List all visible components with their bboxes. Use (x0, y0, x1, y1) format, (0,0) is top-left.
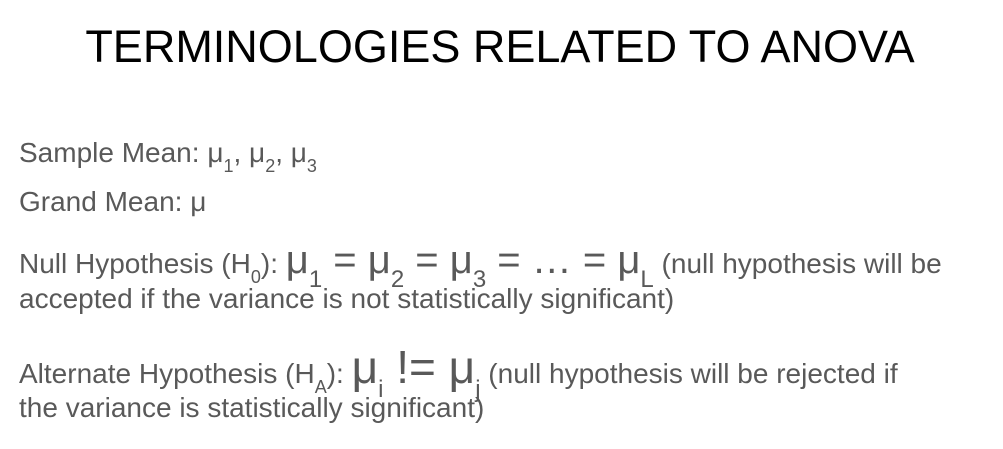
null-hypothesis-note: (null hypothesis will be (653, 248, 942, 279)
sample-mean-line: Sample Mean: μ1, μ2, μ3 (19, 136, 317, 176)
mu-symbol: μ (351, 341, 379, 393)
mu-symbol: μ (207, 137, 224, 168)
alternate-hypothesis-note-continued: the variance is statistically significan… (19, 392, 485, 423)
equals-sign: = (322, 238, 368, 282)
sample-mean-label: Sample Mean: (19, 137, 208, 168)
not-equals-sign: != (383, 341, 449, 393)
subscript: 2 (265, 156, 276, 176)
alternate-hypothesis-label: Alternate Hypothesis (H (19, 358, 315, 389)
null-hypothesis-label: Null Hypothesis (H (19, 248, 251, 279)
equals-sign: = (486, 238, 532, 282)
mu-symbol: μ (285, 238, 309, 282)
mu-symbol: μ (249, 137, 266, 168)
mu-symbol: μ (449, 238, 473, 282)
mu-symbol: μ (617, 238, 641, 282)
subscript: 1 (223, 156, 234, 176)
null-hypothesis-line: Null Hypothesis (H0): μ1 = μ2 = μ3 = … =… (19, 240, 942, 293)
alternate-hypothesis-line: Alternate Hypothesis (HA): μi != μj (nul… (19, 344, 898, 403)
subscript: 3 (306, 156, 317, 176)
label-suffix: ): (326, 358, 352, 389)
alternate-hypothesis-note: (null hypothesis will be rejected if (480, 358, 898, 389)
slide-title: TERMINOLOGIES RELATED TO ANOVA (85, 21, 915, 72)
equals-sign: = (404, 238, 450, 282)
label-suffix: ): (260, 248, 286, 279)
separator: , (233, 137, 250, 168)
null-hypothesis-note-continued: accepted if the variance is not statisti… (19, 283, 675, 314)
grand-mean-line: Grand Mean: μ (19, 186, 207, 217)
mu-symbol: μ (290, 137, 307, 168)
separator: , (275, 137, 291, 168)
mu-symbol: μ (448, 341, 476, 393)
ellipsis: … (531, 238, 572, 282)
mu-symbol: μ (367, 238, 391, 282)
equals-sign: = (571, 238, 618, 282)
